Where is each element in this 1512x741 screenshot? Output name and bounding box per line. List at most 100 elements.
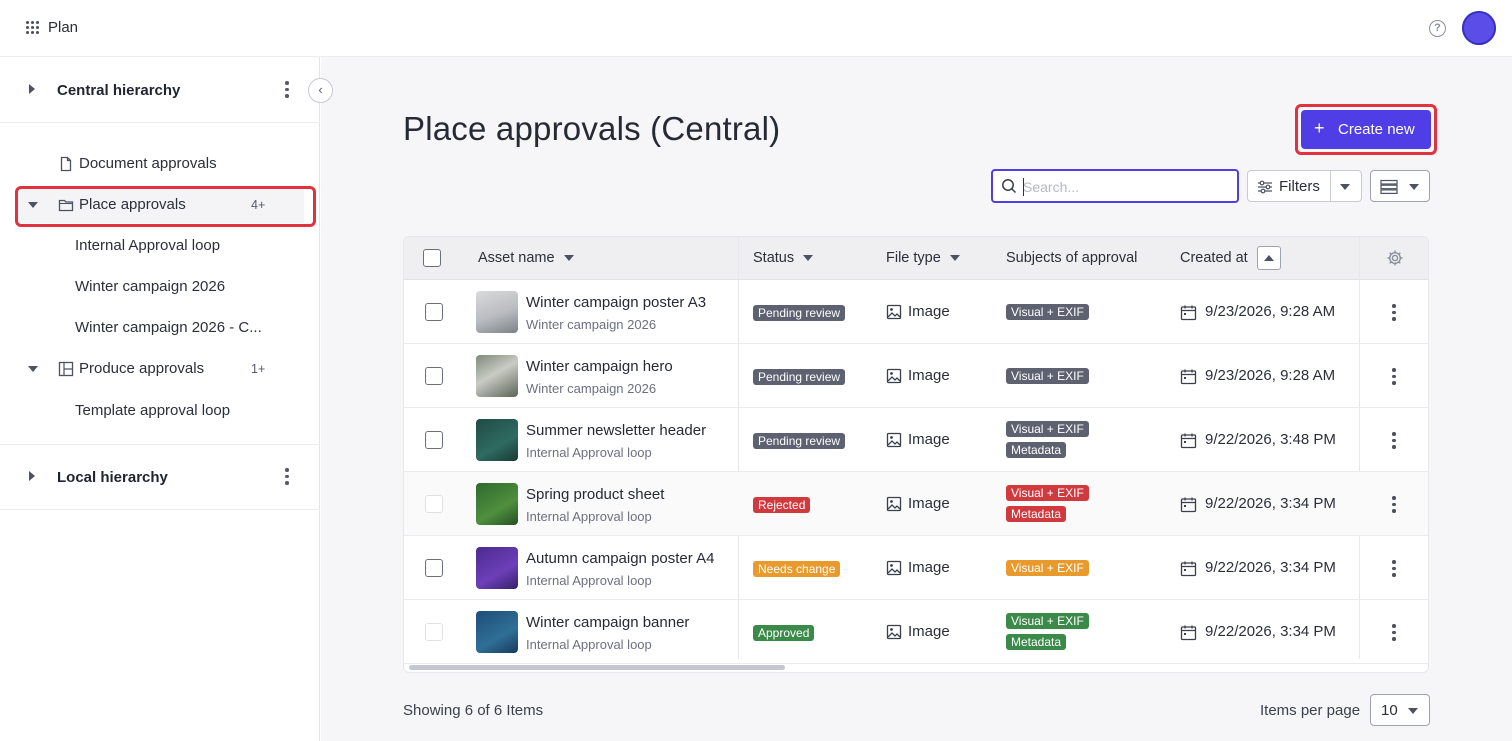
row-more-options-icon[interactable] [1392, 496, 1396, 516]
column-header-asset-name[interactable]: Asset name [478, 250, 574, 266]
asset-thumbnail[interactable] [476, 611, 518, 653]
subject-badge: Visual + EXIF [1006, 304, 1089, 320]
collapse-caret-icon[interactable] [28, 366, 38, 372]
asset-name[interactable]: Winter campaign hero [526, 358, 673, 375]
sidebar-item-place-approvals[interactable]: Place approvals 4+ [18, 187, 304, 223]
avatar[interactable] [1462, 11, 1496, 45]
row-more-options-icon[interactable] [1392, 304, 1396, 324]
gear-icon[interactable] [1386, 249, 1404, 267]
asset-name[interactable]: Winter campaign banner [526, 614, 689, 631]
select-all-checkbox[interactable] [423, 249, 441, 267]
sidebar-item-document-approvals[interactable]: Document approvals [0, 146, 320, 182]
asset-thumbnail[interactable] [476, 547, 518, 589]
sidebar-item-label: Winter campaign 2026 [75, 278, 226, 295]
item-count-badge: 4+ [251, 198, 266, 212]
asset-thumbnail[interactable] [476, 291, 518, 333]
status-badge: Pending review [753, 369, 846, 385]
chevron-down-icon [1409, 184, 1419, 190]
status-badge: Approved [753, 625, 815, 641]
asset-location: Internal Approval loop [526, 637, 652, 652]
asset-name[interactable]: Spring product sheet [526, 486, 664, 503]
expand-caret-icon[interactable] [29, 471, 35, 481]
create-new-button[interactable]: + Create new [1301, 110, 1431, 149]
status-badge: Rejected [753, 497, 811, 513]
filters-label: Filters [1279, 178, 1320, 195]
calendar-icon [1180, 433, 1197, 449]
sidebar-item-label: Place approvals [79, 196, 186, 213]
calendar-icon [1180, 305, 1197, 321]
created-at: 9/22/2026, 3:34 PM [1205, 559, 1336, 576]
column-header-status[interactable]: Status [753, 250, 814, 266]
asset-thumbnail[interactable] [476, 355, 518, 397]
row-checkbox [425, 495, 443, 513]
row-more-options-icon[interactable] [1392, 560, 1396, 580]
asset-thumbnail[interactable] [476, 419, 518, 461]
items-per-page-select[interactable]: 10 [1370, 694, 1430, 726]
expand-caret-icon[interactable] [29, 84, 35, 94]
asset-name[interactable]: Autumn campaign poster A4 [526, 550, 714, 567]
page-title: Place approvals (Central) [403, 110, 781, 147]
subject-badge: Visual + EXIF [1006, 368, 1089, 384]
subject-badge: Metadata [1006, 506, 1067, 522]
chevron-down-icon[interactable] [1340, 184, 1350, 190]
collapse-sidebar-button[interactable]: ‹ [308, 78, 333, 103]
search-input[interactable] [1023, 177, 1228, 197]
sidebar-item-winter-campaign-2026[interactable]: Winter campaign 2026 [0, 269, 320, 305]
items-count-text: Showing 6 of 6 Items [403, 702, 544, 719]
row-checkbox[interactable] [425, 367, 443, 385]
sidebar-item-winter-campaign-2026-c[interactable]: Winter campaign 2026 - C... [0, 310, 320, 346]
chevron-down-icon[interactable] [563, 255, 574, 262]
calendar-icon [1180, 561, 1197, 577]
table-row[interactable]: Winter campaign hero Winter campaign 202… [404, 344, 1428, 408]
column-label: Subjects of approval [1006, 250, 1138, 266]
search-field[interactable] [991, 169, 1239, 203]
central-hierarchy-header[interactable]: Central hierarchy [0, 57, 320, 123]
asset-thumbnail[interactable] [476, 483, 518, 525]
table-row[interactable]: Summer newsletter header Internal Approv… [404, 408, 1428, 472]
table-row[interactable]: Winter campaign poster A3 Winter campaig… [404, 280, 1428, 344]
more-options-icon[interactable] [284, 468, 290, 485]
created-at: 9/23/2026, 9:28 AM [1205, 303, 1336, 320]
row-checkbox[interactable] [425, 559, 443, 577]
top-bar: Plan ? [0, 0, 1512, 57]
chevron-down-icon[interactable] [803, 255, 814, 262]
app-launcher-icon[interactable] [26, 21, 40, 35]
view-options-button[interactable] [1370, 170, 1430, 202]
column-header-file-type[interactable]: File type [886, 250, 960, 266]
help-icon[interactable]: ? [1429, 20, 1446, 37]
row-more-options-icon[interactable] [1392, 368, 1396, 388]
status-badge: Needs change [753, 561, 841, 577]
local-hierarchy-header[interactable]: Local hierarchy [0, 444, 320, 510]
table-row[interactable]: Winter campaign banner Internal Approval… [404, 600, 1428, 664]
row-checkbox[interactable] [425, 431, 443, 449]
table-row[interactable]: Spring product sheet Internal Approval l… [404, 472, 1428, 536]
file-type: Image [908, 559, 950, 576]
highlight-annotation: + Create new [1295, 104, 1437, 155]
sidebar-item-internal-approval-loop[interactable]: Internal Approval loop [0, 228, 320, 264]
subject-badge: Visual + EXIF [1006, 485, 1089, 501]
asset-name[interactable]: Winter campaign poster A3 [526, 294, 706, 311]
search-icon [1002, 179, 1017, 194]
row-checkbox[interactable] [425, 303, 443, 321]
table-row[interactable]: Autumn campaign poster A4 Internal Appro… [404, 536, 1428, 600]
row-more-options-icon[interactable] [1392, 624, 1396, 644]
image-icon [886, 496, 902, 512]
asset-name[interactable]: Summer newsletter header [526, 422, 706, 439]
sidebar-item-template-approval-loop[interactable]: Template approval loop [0, 393, 320, 429]
app-name: Plan [48, 19, 79, 36]
status-badge: Pending review [753, 433, 846, 449]
column-header-created-at[interactable]: Created at [1180, 250, 1248, 266]
items-per-page-label: Items per page [1260, 702, 1361, 719]
sort-ascending-button[interactable] [1257, 246, 1281, 270]
collapse-caret-icon[interactable] [28, 202, 38, 208]
row-more-options-icon[interactable] [1392, 432, 1396, 452]
filters-button[interactable]: Filters [1247, 170, 1362, 202]
items-per-page-value: 10 [1381, 702, 1398, 719]
more-options-icon[interactable] [284, 81, 290, 98]
folder-icon [58, 199, 74, 212]
chevron-down-icon[interactable] [949, 255, 960, 262]
item-count-badge: 1+ [251, 362, 266, 376]
sidebar-item-produce-approvals[interactable]: Produce approvals 1+ [0, 351, 320, 387]
asset-location: Internal Approval loop [526, 445, 652, 460]
horizontal-scrollbar[interactable] [409, 665, 785, 670]
